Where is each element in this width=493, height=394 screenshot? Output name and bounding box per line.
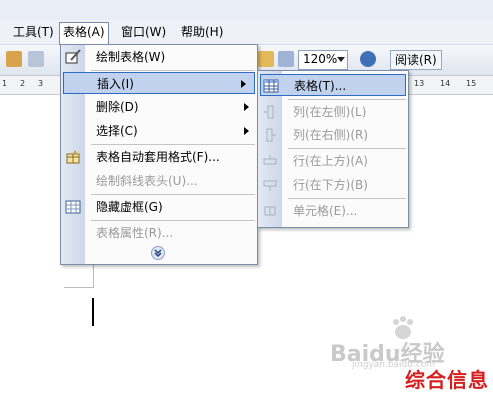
menu-item-label: 插入(I) [97, 77, 134, 91]
menu-item-label: 表格(T)... [294, 79, 347, 93]
insert-cells-icon [264, 206, 276, 216]
menu-help[interactable]: 帮助(H) [178, 23, 226, 41]
text-cursor [92, 298, 94, 326]
submenu-arrow-icon [244, 127, 249, 135]
ruler-number: 15 [466, 79, 477, 88]
menu-item-insert-column-left[interactable]: 列(在左侧)(L) [258, 101, 408, 123]
menu-item-autoformat[interactable]: 表格自动套用格式(F)... [61, 146, 257, 168]
menu-separator [91, 194, 255, 195]
zoom-value: 120% [303, 52, 338, 66]
submenu-arrow-icon [241, 80, 246, 88]
menu-item-insert-column-right[interactable]: 列(在右侧)(R) [258, 124, 408, 146]
menu-table[interactable]: 表格(A) [59, 22, 109, 45]
insert-row-above-icon [263, 155, 277, 165]
menu-separator [288, 198, 406, 199]
menu-item-insert-table[interactable]: 表格(T)... [260, 74, 406, 96]
menu-item-insert-cells[interactable]: 单元格(E)... [258, 200, 408, 222]
ruler-number: 2 [20, 79, 26, 88]
menu-item-diagonal-header[interactable]: 绘制斜线表头(U)... [61, 170, 257, 192]
insert-row-below-icon [263, 180, 277, 191]
ruler-number: 13 [414, 79, 425, 88]
menu-separator [91, 220, 255, 221]
menu-bar: 工具(T) 表格(A) 窗口(W) 帮助(H) [0, 20, 493, 45]
menu-separator [288, 148, 406, 149]
menu-item-insert-row-above[interactable]: 行(在上方)(A) [258, 150, 408, 172]
menu-item-label: 隐藏虚框(G) [96, 200, 163, 214]
table-menu: 绘制表格(W) 插入(I) 删除(D) 选择(C) 表格自动套用格式(F)...… [60, 44, 258, 265]
menu-window[interactable]: 窗口(W) [118, 23, 169, 41]
menu-item-label: 列(在右侧)(R) [293, 128, 369, 142]
menu-item-label: 绘制斜线表头(U)... [96, 174, 198, 188]
format-painter-icon[interactable] [28, 51, 44, 67]
menu-item-label: 表格自动套用格式(F)... [96, 150, 220, 164]
menu-separator [288, 99, 406, 100]
insert-column-left-icon [264, 105, 274, 119]
margin-mark [64, 287, 94, 288]
menu-item-label: 单元格(E)... [293, 204, 358, 218]
help-icon[interactable] [360, 51, 376, 67]
menu-item-select[interactable]: 选择(C) [61, 120, 257, 142]
autoformat-icon [66, 150, 80, 164]
zoom-select[interactable]: 120% [298, 50, 348, 70]
menu-item-insert-row-below[interactable]: 行(在下方)(B) [258, 174, 408, 196]
pencil-table-icon [65, 49, 81, 64]
menu-item-hide-gridlines[interactable]: 隐藏虚框(G) [61, 196, 257, 218]
ruler-number: 3 [38, 79, 44, 88]
table-icon [263, 79, 279, 93]
drawing-icon[interactable] [258, 51, 274, 67]
menu-item-label: 删除(D) [96, 100, 139, 114]
submenu-arrow-icon [244, 103, 249, 111]
expand-chevron-icon [151, 246, 165, 260]
read-mode-button[interactable]: 阅读(R) [390, 50, 442, 70]
insert-submenu: 表格(T)... 列(在左侧)(L) 列(在右侧)(R) 行(在上方)(A) 行… [257, 70, 409, 228]
margin-mark [93, 262, 94, 288]
menu-tools[interactable]: 工具(T) [10, 23, 57, 41]
menu-item-delete[interactable]: 删除(D) [61, 96, 257, 118]
menu-item-label: 绘制表格(W) [96, 50, 166, 64]
menu-separator [91, 144, 255, 145]
insert-column-right-icon [266, 128, 276, 142]
paste-icon[interactable] [6, 51, 22, 67]
menu-expand[interactable] [61, 244, 257, 262]
menu-item-label: 选择(C) [96, 124, 138, 138]
menu-item-table-properties[interactable]: 表格属性(R)... [61, 222, 257, 244]
gridlines-icon [65, 200, 81, 214]
menu-item-label: 列(在左侧)(L) [293, 105, 367, 119]
menu-separator [91, 70, 255, 71]
menu-item-insert[interactable]: 插入(I) [63, 72, 255, 94]
chevron-down-icon [337, 57, 345, 62]
document-map-icon[interactable] [278, 51, 294, 67]
menu-item-label: 行(在上方)(A) [293, 154, 368, 168]
stamp-text: 综合信息 [405, 368, 489, 392]
ruler-number: 14 [440, 79, 451, 88]
title-strip [0, 0, 493, 20]
menu-item-label: 表格属性(R)... [96, 226, 174, 240]
ruler-number: 1 [2, 79, 8, 88]
menu-item-draw-table[interactable]: 绘制表格(W) [61, 46, 257, 68]
menu-item-label: 行(在下方)(B) [293, 178, 368, 192]
